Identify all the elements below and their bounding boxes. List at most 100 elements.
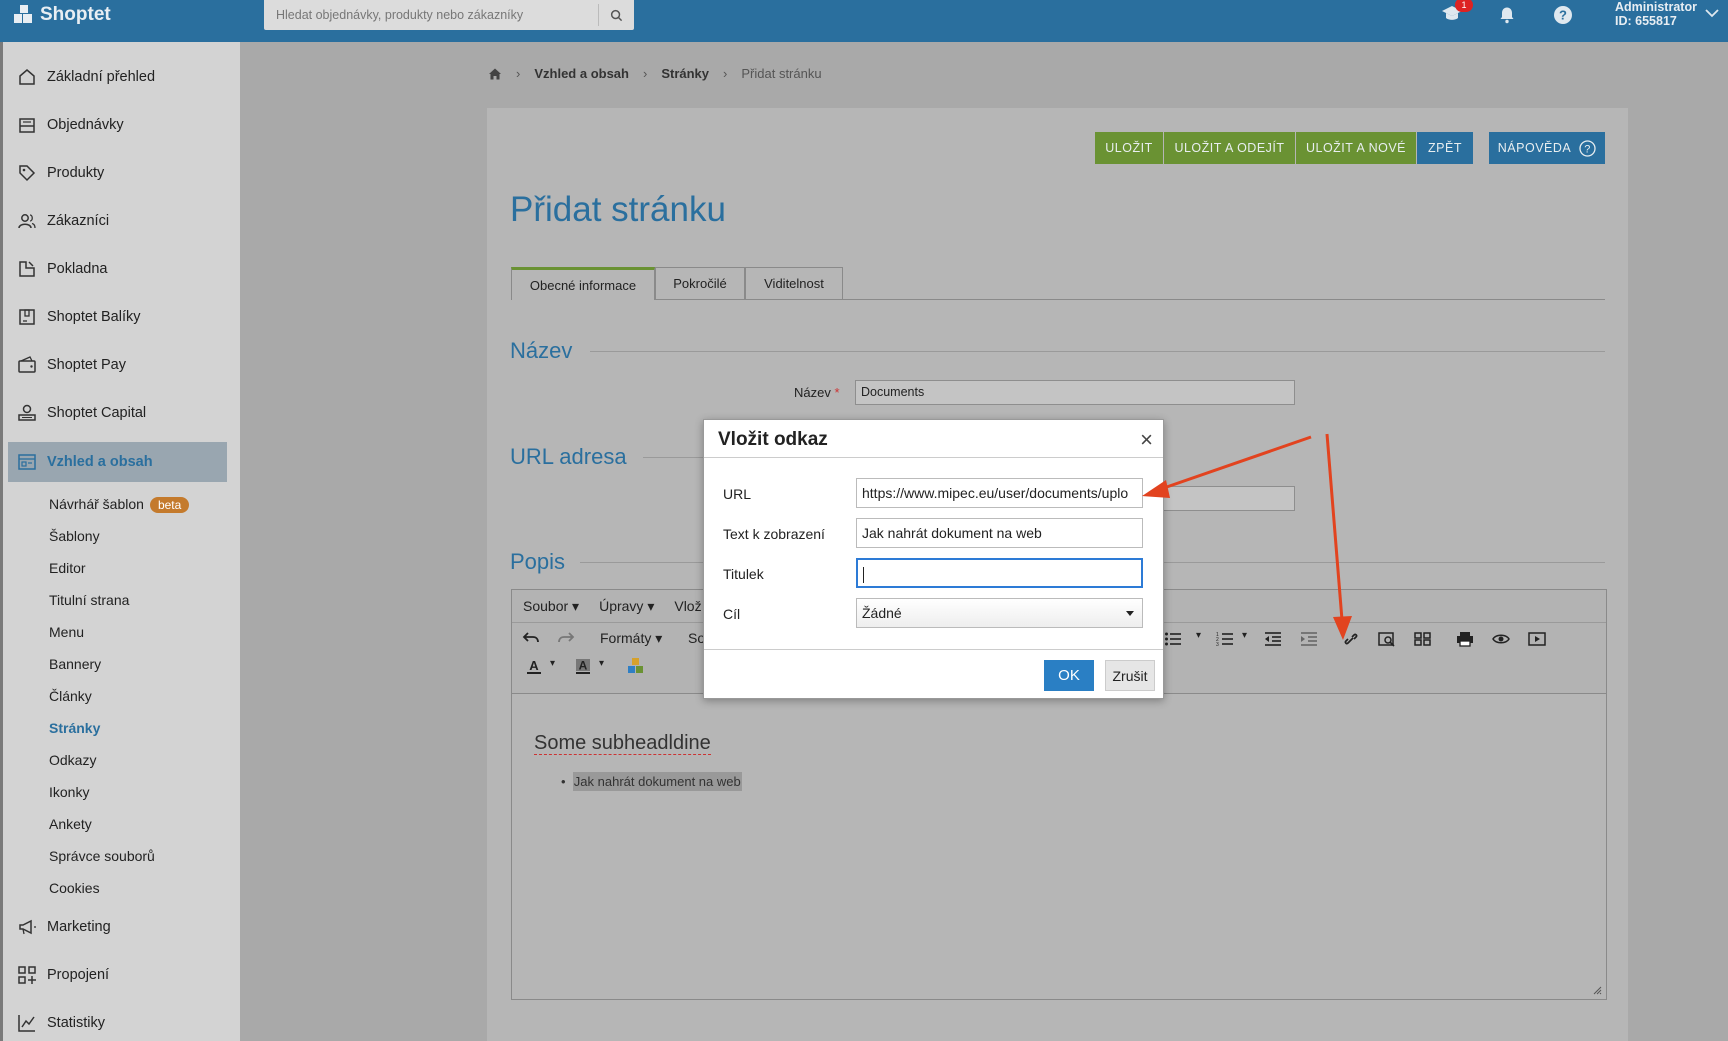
sidebar-item-customers[interactable]: Zákazníci [17,206,109,236]
content-bullet-item: • Jak nahrát dokument na web [561,772,742,791]
help-button[interactable]: ? [1553,0,1573,30]
color-blocks-icon[interactable] [628,658,644,674]
wallet-icon [18,356,36,373]
tab-general[interactable]: Obecné informace [511,267,655,300]
bullet-list-dropdown-icon[interactable]: ▾ [1196,630,1201,641]
formats-dropdown[interactable]: Formáty ▾ [600,630,662,647]
sidebar-item-label: Propojení [47,967,110,983]
chevron-down-icon[interactable] [1705,9,1719,18]
save-new-button[interactable]: ULOŽIT A NOVÉ [1296,132,1416,164]
sidebar-item-orders[interactable]: Objednávky [17,110,124,140]
home-icon[interactable] [488,67,502,81]
save-button[interactable]: ULOŽIT [1095,132,1163,164]
sidebar-item-products[interactable]: Produkty [17,158,104,188]
menu-file[interactable]: Soubor ▾ [523,598,579,615]
bullet-list-icon[interactable] [1164,631,1182,647]
subitem-menu[interactable]: Menu [49,624,84,640]
indent-icon[interactable] [1300,631,1318,647]
target-label: Cíl [723,606,741,622]
subitem-pages[interactable]: Stránky [49,720,100,736]
user-menu[interactable]: Administrator ID: 655817 [1615,0,1697,28]
sidebar-item-appearance[interactable]: Vzhled a obsah [17,447,153,477]
sidebar-item-register[interactable]: Pokladna [17,254,107,284]
breadcrumb-pages[interactable]: Stránky [661,66,709,81]
display-text-input[interactable]: Jak nahrát dokument na web [856,518,1143,548]
subitem-templates[interactable]: Šablony [49,528,100,544]
notifications-button[interactable] [1498,0,1516,30]
sidebar-item-capital[interactable]: Shoptet Capital [17,398,146,428]
outdent-icon[interactable] [1264,631,1282,647]
breadcrumb-appearance[interactable]: Vzhled a obsah [534,66,629,81]
text-color-icon[interactable]: A [526,658,542,676]
editor-content-area[interactable]: Some subheadldine • Jak nahrát dokument … [512,693,1606,999]
background-color-icon[interactable]: A [575,658,591,676]
search-input[interactable] [264,0,594,30]
subitem-template-designer[interactable]: Návrhář šablon beta [49,496,190,513]
academy-button[interactable]: 1 [1441,0,1473,30]
preview-icon[interactable] [1492,631,1510,647]
close-icon[interactable]: × [1140,427,1153,453]
print-icon[interactable] [1456,631,1474,647]
subitem-links[interactable]: Odkazy [49,752,96,768]
background-color-dropdown-icon[interactable]: ▾ [599,658,604,669]
sidebar-item-label: Shoptet Pay [47,357,126,373]
sidebar-item-marketing[interactable]: Marketing [17,912,111,942]
name-input[interactable]: Documents [855,380,1295,405]
subitem-file-manager[interactable]: Správce souborů [49,848,155,864]
tab-visibility[interactable]: Viditelnost [745,267,843,300]
cancel-button[interactable]: Zrušit [1105,660,1155,691]
sidebar-item-statistics[interactable]: Statistiky [17,1008,105,1038]
global-search [264,0,634,30]
undo-icon[interactable] [522,630,540,646]
subitem-polls[interactable]: Ankety [49,816,92,832]
media-icon[interactable] [1528,631,1546,647]
users-icon [18,214,36,229]
chart-icon [18,1015,35,1032]
register-icon [19,261,35,277]
sidebar-item-label: Produkty [47,165,105,181]
text-color-dropdown-icon[interactable]: ▾ [550,658,555,669]
url-input[interactable] [1163,486,1295,511]
search-button[interactable] [598,4,634,26]
link-url-input[interactable]: https://www.mipec.eu/user/documents/uplo [856,478,1143,508]
sidebar-item-label: Pokladna [47,261,108,277]
dialog-footer: OK Zrušit [704,649,1163,699]
save-exit-button[interactable]: ULOŽIT A ODEJÍT [1164,132,1295,164]
content-subheading: Some subheadldine [534,732,711,755]
chevron-right-icon: › [642,66,648,81]
shoptet-logo[interactable]: Shoptet [14,4,111,26]
menu-edit[interactable]: Úpravy ▾ [599,598,654,615]
link-icon[interactable] [1342,631,1360,647]
help-icon: ? [1554,6,1572,24]
text-cursor [863,567,864,584]
section-description-title: Popis [510,549,566,574]
dialog-title: Vložit odkaz [718,429,828,450]
help-docs-button[interactable]: NÁPOVĚDA ? [1489,132,1605,164]
menu-insert[interactable]: Vlož [674,598,701,614]
subitem-articles[interactable]: Články [49,688,92,704]
subitem-icons[interactable]: Ikonky [49,784,89,800]
dialog-header: Vložit odkaz × [704,420,1163,458]
redo-icon[interactable] [557,630,575,646]
subitem-editor[interactable]: Editor [49,560,86,576]
sidebar-item-packages[interactable]: Shoptet Balíky [17,302,141,332]
sidebar-item-overview[interactable]: Základní přehled [17,62,155,92]
ok-button[interactable]: OK [1044,660,1094,691]
sidebar-item-integrations[interactable]: Propojení [17,960,109,990]
find-replace-icon[interactable] [1378,631,1396,647]
resize-handle-icon[interactable] [1592,985,1602,995]
numbered-list-icon[interactable]: 123 [1216,631,1234,647]
sidebar-item-pay[interactable]: Shoptet Pay [17,350,126,380]
table-icon[interactable] [1414,631,1432,647]
subitem-cookies[interactable]: Cookies [49,880,100,896]
numbered-list-dropdown-icon[interactable]: ▾ [1242,630,1247,641]
link-title-input[interactable] [856,558,1143,588]
insert-link-dialog: Vložit odkaz × URL https://www.mipec.eu/… [703,419,1164,699]
sidebar-item-label: Objednávky [47,117,124,133]
tab-advanced[interactable]: Pokročilé [655,267,745,300]
svg-text:?: ? [1559,8,1567,23]
back-button[interactable]: ZPĚT [1417,132,1473,164]
target-select[interactable]: Žádné [856,598,1143,628]
subitem-homepage[interactable]: Titulní strana [49,592,129,608]
subitem-banners[interactable]: Bannery [49,656,101,672]
